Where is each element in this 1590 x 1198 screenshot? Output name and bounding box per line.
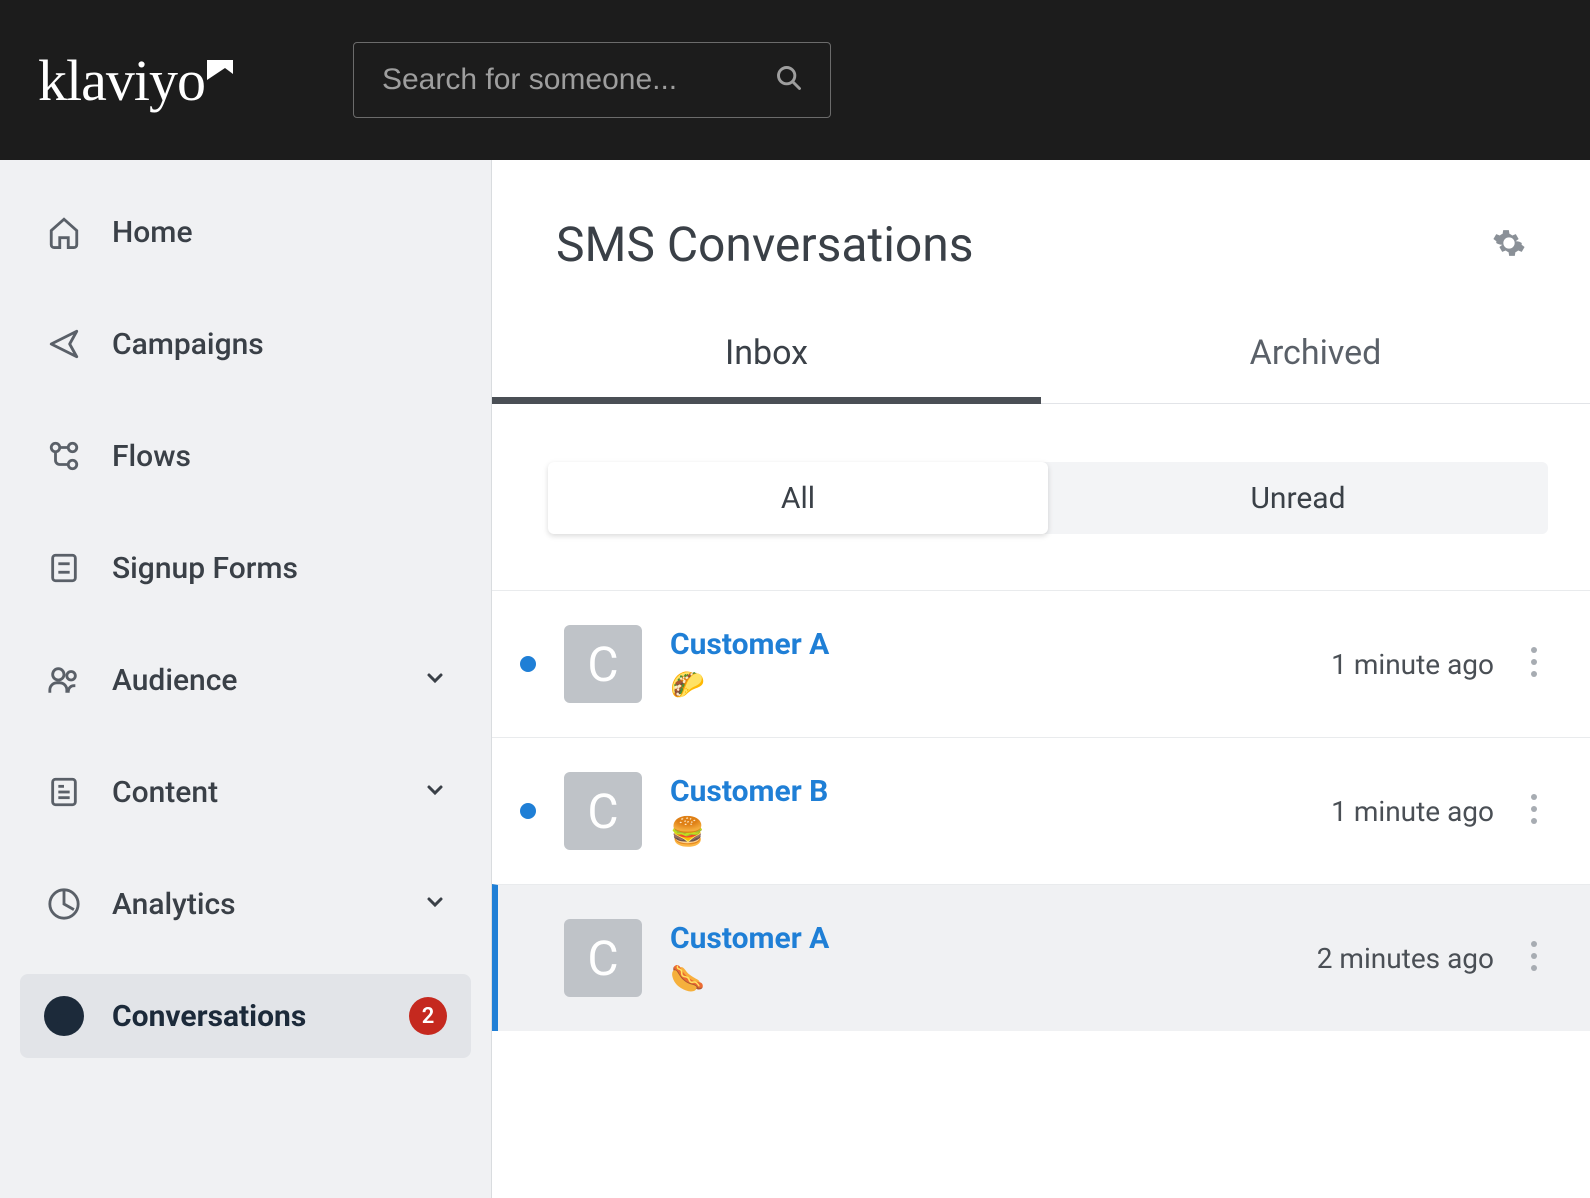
main-tabs: Inbox Archived (492, 333, 1590, 404)
topbar: klaviyo (0, 0, 1590, 160)
filter-unread[interactable]: Unread (1048, 462, 1548, 534)
conversation-preview: 🍔 (670, 815, 1303, 848)
sidebar-item-label: Campaigns (112, 327, 447, 362)
main-content: SMS Conversations Inbox Archived All Unr… (492, 160, 1590, 1198)
sidebar-item-label: Conversations (112, 999, 381, 1034)
conversation-time: 1 minute ago (1331, 795, 1494, 828)
logo[interactable]: klaviyo (38, 47, 233, 114)
more-actions-button[interactable] (1522, 932, 1546, 984)
sidebar-item-flows[interactable]: Flows (20, 414, 471, 498)
sidebar-item-analytics[interactable]: Analytics (20, 862, 471, 946)
sidebar-item-label: Audience (112, 663, 395, 698)
filter-segment: All Unread (548, 462, 1548, 534)
filter-label: All (781, 481, 815, 516)
search-wrap (353, 42, 831, 118)
sidebar-item-label: Analytics (112, 887, 395, 922)
sidebar: Home Campaigns Flows Signup Forms Audien (0, 160, 492, 1198)
avatar: C (564, 625, 642, 703)
chevron-down-icon (423, 778, 447, 806)
page-title: SMS Conversations (556, 216, 974, 273)
conversation-name[interactable]: Customer A (670, 627, 1303, 662)
conversation-name[interactable]: Customer A (670, 921, 1289, 956)
sidebar-item-content[interactable]: Content (20, 750, 471, 834)
home-icon (44, 212, 84, 252)
tab-inbox[interactable]: Inbox (492, 333, 1041, 403)
unread-dot-icon (520, 656, 536, 672)
filter-wrap: All Unread (492, 404, 1590, 534)
conversation-name[interactable]: Customer B (670, 774, 1303, 809)
conversation-list: C Customer A 🌮 1 minute ago C Customer B… (492, 590, 1590, 1198)
unread-dot-icon (520, 803, 536, 819)
chevron-down-icon (423, 666, 447, 694)
avatar: C (564, 772, 642, 850)
conversation-time: 1 minute ago (1331, 648, 1494, 681)
conversations-icon (44, 996, 84, 1036)
conversation-row[interactable]: C Customer A 🌭 2 minutes ago (492, 884, 1590, 1031)
page-header: SMS Conversations (492, 160, 1590, 273)
content-icon (44, 772, 84, 812)
sidebar-item-audience[interactable]: Audience (20, 638, 471, 722)
avatar: C (564, 919, 642, 997)
tab-label: Archived (1250, 333, 1382, 373)
conversation-row[interactable]: C Customer B 🍔 1 minute ago (492, 737, 1590, 884)
conversation-body: Customer A 🌭 (670, 921, 1289, 995)
sidebar-item-label: Content (112, 775, 395, 810)
conversation-time: 2 minutes ago (1317, 942, 1494, 975)
conversation-preview: 🌮 (670, 668, 1303, 701)
conversation-body: Customer A 🌮 (670, 627, 1303, 701)
send-icon (44, 324, 84, 364)
sidebar-item-label: Home (112, 215, 447, 250)
filter-all[interactable]: All (548, 462, 1048, 534)
filter-label: Unread (1250, 481, 1345, 516)
flows-icon (44, 436, 84, 476)
sidebar-item-label: Flows (112, 439, 447, 474)
tab-label: Inbox (725, 333, 808, 373)
conversation-body: Customer B 🍔 (670, 774, 1303, 848)
sidebar-item-conversations[interactable]: Conversations 2 (20, 974, 471, 1058)
form-icon (44, 548, 84, 588)
conversation-row[interactable]: C Customer A 🌮 1 minute ago (492, 590, 1590, 737)
search-input[interactable] (353, 42, 831, 118)
logo-text: klaviyo (38, 47, 205, 114)
tab-archived[interactable]: Archived (1041, 333, 1590, 403)
sidebar-item-campaigns[interactable]: Campaigns (20, 302, 471, 386)
sidebar-item-label: Signup Forms (112, 551, 447, 586)
conversation-preview: 🌭 (670, 962, 1289, 995)
settings-button[interactable] (1492, 226, 1526, 264)
logo-flag-icon (207, 29, 233, 96)
sidebar-item-home[interactable]: Home (20, 190, 471, 274)
chevron-down-icon (423, 890, 447, 918)
sidebar-item-signup-forms[interactable]: Signup Forms (20, 526, 471, 610)
more-actions-button[interactable] (1522, 638, 1546, 690)
more-actions-button[interactable] (1522, 785, 1546, 837)
unread-badge: 2 (409, 997, 447, 1035)
search-icon (775, 64, 803, 96)
audience-icon (44, 660, 84, 700)
analytics-icon (44, 884, 84, 924)
